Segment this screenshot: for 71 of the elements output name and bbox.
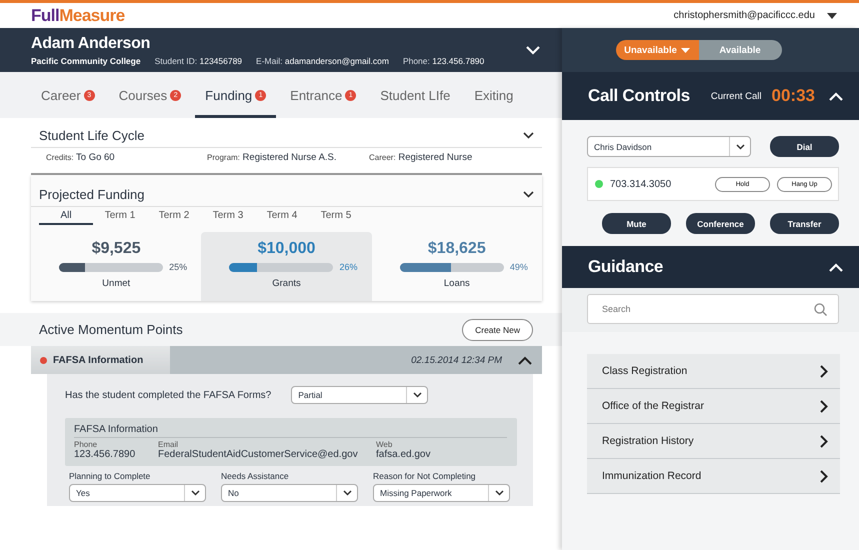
guidance-item[interactable]: Registration History bbox=[587, 424, 840, 459]
funding-card[interactable]: $18,625 49% Loans bbox=[372, 232, 542, 301]
create-new-button[interactable]: Create New bbox=[462, 318, 533, 340]
term-tab[interactable]: Term 2 bbox=[147, 210, 201, 225]
info-label: Email bbox=[158, 440, 180, 449]
call-button[interactable]: Conference bbox=[686, 213, 755, 234]
tab[interactable]: Student LIfe bbox=[370, 72, 460, 118]
info-title: FAFSA Information bbox=[74, 424, 507, 438]
guidance-item-label: Registration History bbox=[602, 435, 694, 447]
section-title: Active Momentum Points bbox=[39, 322, 183, 337]
dial-button[interactable]: Dial bbox=[770, 136, 839, 157]
life-cycle-field: Program: Registered Nurse A.S. bbox=[207, 152, 369, 163]
call-button[interactable]: Mute bbox=[602, 213, 671, 234]
info-label: Phone bbox=[74, 440, 98, 449]
dropdown-select[interactable]: Yes bbox=[69, 484, 206, 502]
term-tab[interactable]: Term 4 bbox=[255, 210, 309, 225]
info-value: fafsa.ed.gov bbox=[376, 449, 430, 460]
search-field[interactable]: Search bbox=[587, 294, 839, 324]
funding-label: Grants bbox=[272, 278, 301, 289]
momentum-point-title: FAFSA Information bbox=[53, 354, 144, 366]
call-button[interactable]: Transfer bbox=[770, 213, 839, 234]
info-value: FederalStudentAidCustomerService@ed.gov bbox=[158, 449, 359, 460]
guidance-item-label: Office of the Registrar bbox=[602, 400, 704, 412]
contact-select[interactable]: Chris Davidson bbox=[587, 136, 751, 157]
student-field: Student ID: 123456789 bbox=[154, 56, 242, 66]
logo: FullMeasure bbox=[31, 6, 125, 26]
section-title: Student Life Cycle bbox=[39, 128, 145, 143]
funding-label: Unmet bbox=[102, 278, 130, 289]
term-tab[interactable]: Term 1 bbox=[93, 210, 147, 225]
call-timer: 00:33 bbox=[772, 86, 815, 106]
info-label: Web bbox=[376, 440, 394, 449]
term-tab[interactable]: Term 3 bbox=[201, 210, 255, 225]
guidance-item-label: Class Registration bbox=[602, 365, 688, 377]
guidance-item[interactable]: Immunization Record bbox=[587, 459, 840, 494]
dropdown-select[interactable]: Missing Paperwork bbox=[373, 484, 510, 502]
question-text: Has the student completed the FAFSA Forms? bbox=[65, 390, 272, 400]
life-cycle-field: Career: Registered Nurse bbox=[369, 152, 472, 163]
funding-amount: $9,525 bbox=[92, 240, 141, 258]
guidance-item-label: Immunization Record bbox=[602, 470, 702, 482]
student-field: E-Mail: adamanderson@gmail.com bbox=[256, 56, 389, 66]
panel-title: Call Controls bbox=[588, 86, 690, 106]
info-value: 123.456.7890 bbox=[74, 449, 136, 460]
select-label: Reason for Not Completing bbox=[373, 471, 477, 481]
momentum-point-tab[interactable]: FAFSA Information bbox=[31, 346, 170, 374]
funding-card[interactable]: $9,525 25% Unmet bbox=[31, 232, 202, 301]
funding-amount: $10,000 bbox=[258, 240, 316, 258]
panel-title: Guidance bbox=[588, 257, 664, 277]
funding-card[interactable]: $10,000 26% Grants bbox=[201, 232, 372, 301]
select-label: Planning to Complete bbox=[69, 471, 152, 481]
life-cycle-field: Credits: To Go 60 bbox=[46, 152, 207, 163]
student-field: Phone: 123.456.7890 bbox=[402, 56, 484, 66]
term-tab[interactable]: All bbox=[39, 210, 93, 225]
answer-select[interactable]: Partial bbox=[291, 386, 428, 404]
date-time: 02.15.2014 12:34 PM bbox=[411, 354, 502, 366]
funding-label: Loans bbox=[444, 278, 470, 289]
phone-number: 703.314.3050 bbox=[610, 178, 672, 190]
section-title: Projected Funding bbox=[39, 187, 145, 202]
dropdown-select[interactable]: No bbox=[221, 484, 358, 502]
term-tab[interactable]: Term 5 bbox=[309, 210, 363, 225]
tab[interactable]: Exiting bbox=[464, 72, 524, 118]
select-label: Needs Assistance bbox=[221, 471, 290, 481]
funding-amount: $18,625 bbox=[428, 240, 486, 258]
percent-label: 25% bbox=[169, 262, 188, 272]
current-call-label: Current Call bbox=[710, 90, 762, 102]
user-email[interactable]: christophersmith@pacificcc.edu bbox=[674, 10, 815, 21]
percent-label: 26% bbox=[339, 262, 358, 272]
student-name: Adam Anderson bbox=[31, 34, 152, 52]
guidance-item[interactable]: Class Registration bbox=[587, 354, 840, 389]
college-name: Pacific Community College bbox=[31, 56, 141, 66]
guidance-item[interactable]: Office of the Registrar bbox=[587, 389, 840, 424]
percent-label: 49% bbox=[510, 262, 529, 272]
